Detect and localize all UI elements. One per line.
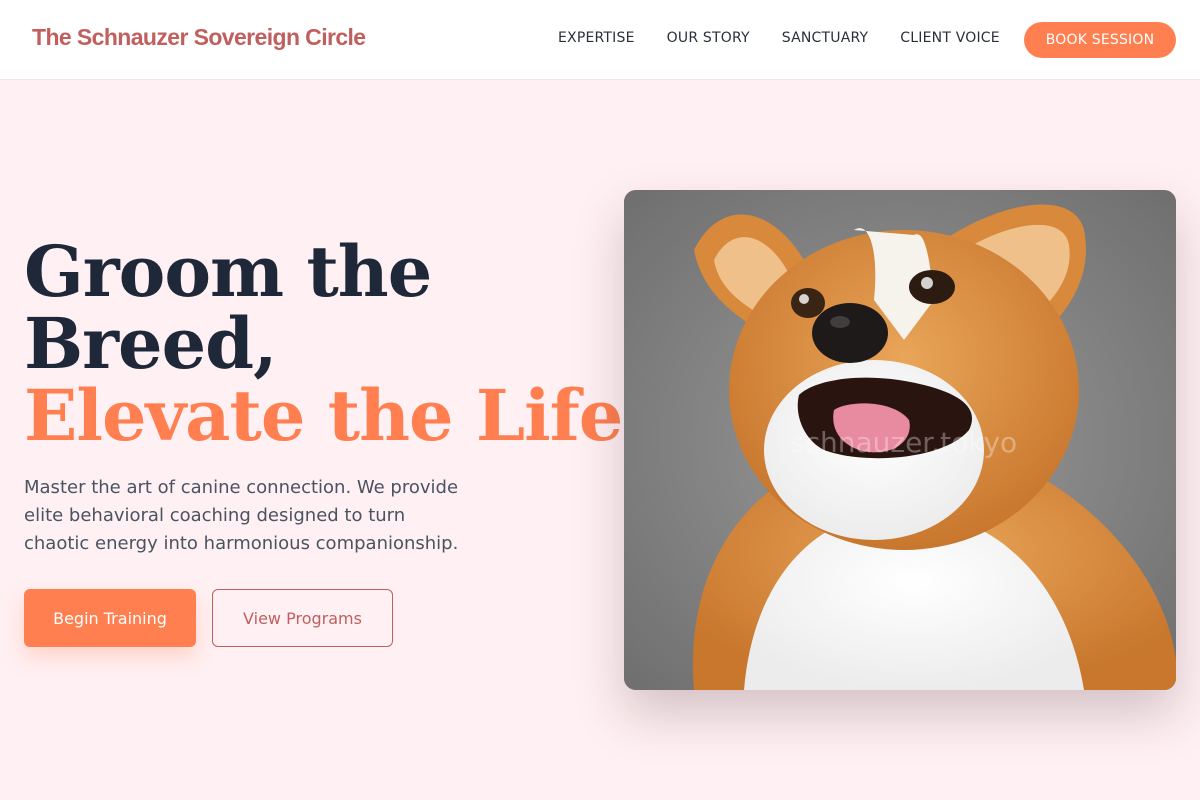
- headline-accent: Elevate the Life.: [24, 374, 647, 457]
- site-header: The Schnauzer Sovereign Circle EXPERTISE…: [0, 0, 1200, 80]
- nav-item-sanctuary[interactable]: SANCTUARY: [782, 30, 869, 46]
- headline-line-2: Breed,: [24, 302, 277, 385]
- main-nav: EXPERTISE OUR STORY SANCTUARY CLIENT VOI…: [558, 30, 1032, 46]
- hero-image: schnauzer.tokyo: [624, 190, 1176, 690]
- image-watermark: schnauzer.tokyo: [790, 426, 1017, 459]
- nav-item-our-story[interactable]: OUR STORY: [667, 30, 750, 46]
- view-programs-button[interactable]: View Programs: [212, 589, 393, 647]
- corgi-photo: schnauzer.tokyo: [624, 190, 1176, 690]
- hero-description: Master the art of canine connection. We …: [24, 477, 459, 554]
- headline-line-1: Groom the: [24, 230, 432, 313]
- nav-item-client-voice[interactable]: CLIENT VOICE: [900, 30, 1000, 46]
- brand-logo[interactable]: The Schnauzer Sovereign Circle: [32, 24, 366, 51]
- hero-headline: Groom the Breed, Elevate the Life.: [24, 230, 647, 457]
- nav-item-expertise[interactable]: EXPERTISE: [558, 30, 635, 46]
- begin-training-button[interactable]: Begin Training: [24, 589, 196, 647]
- book-session-button[interactable]: BOOK SESSION: [1024, 22, 1176, 58]
